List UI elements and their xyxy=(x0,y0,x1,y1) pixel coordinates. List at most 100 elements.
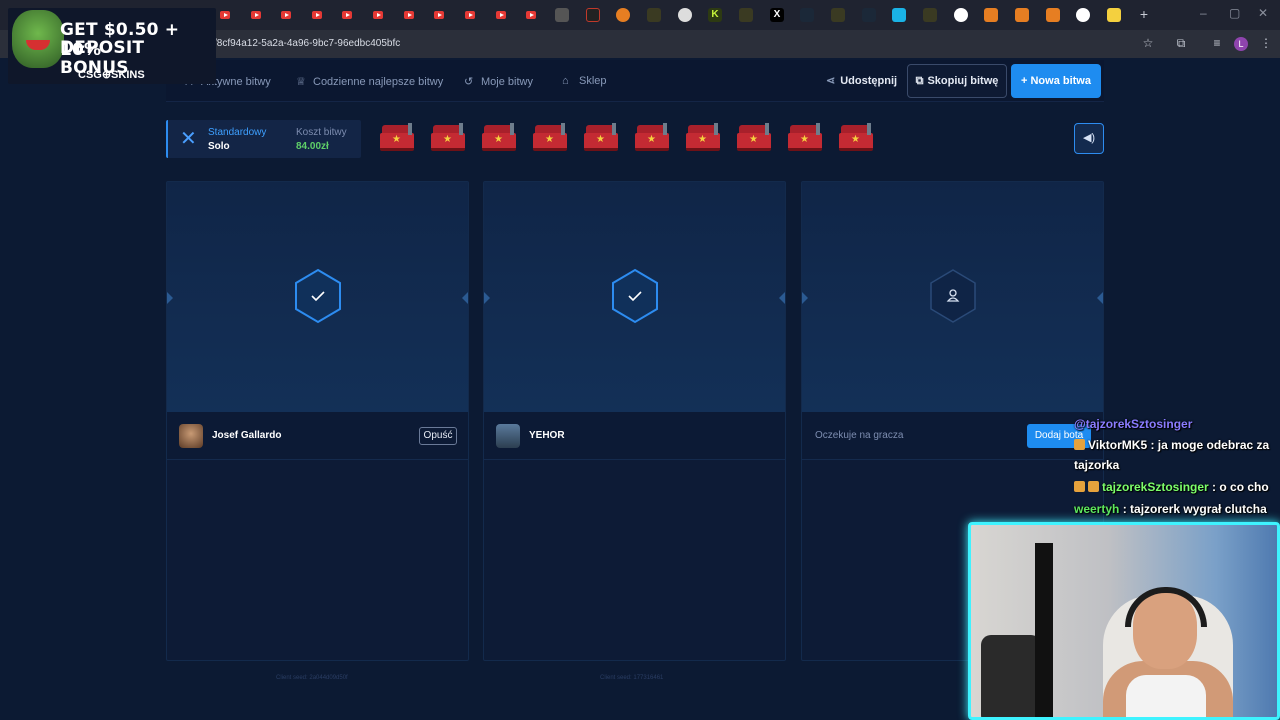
nav-my-battles[interactable]: ↺ Moje bitwy xyxy=(464,75,533,88)
url-text[interactable]: /8cf94a12-5a2a-4a96-9bc7-96edbc405bfc xyxy=(214,38,400,49)
empty-seat-user-icon xyxy=(928,268,978,324)
site-tab-icon[interactable] xyxy=(984,8,998,22)
extensions-icon[interactable]: ⧉ xyxy=(1174,36,1188,50)
case-icon[interactable]: ★ xyxy=(635,123,669,153)
copy-icon: ⧉ xyxy=(915,75,924,87)
chat-text: : o co cho xyxy=(1208,480,1269,494)
site-tab-icon[interactable] xyxy=(647,8,661,22)
steam-tab-icon[interactable] xyxy=(862,8,876,22)
sound-toggle-button[interactable]: ◀) xyxy=(1074,123,1104,154)
youtube-tab-icon[interactable] xyxy=(494,8,508,22)
case-icon[interactable]: ★ xyxy=(380,123,414,153)
crossed-swords-icon: ✕ xyxy=(180,128,197,150)
share-button[interactable]: ⋖ Udostępnij xyxy=(826,74,897,87)
chat-badge-icon xyxy=(1074,481,1085,492)
battle-cost-label: Koszt bitwy xyxy=(296,127,347,138)
bookmark-star-icon[interactable]: ☆ xyxy=(1141,36,1155,50)
case-icon[interactable]: ★ xyxy=(482,123,516,153)
youtube-tab-icon[interactable] xyxy=(218,8,232,22)
promo-banner[interactable]: GET $0.50 + 10% DEPOSIT BONUS CSG⊕SKINS xyxy=(8,8,216,84)
flame-tab-icon[interactable] xyxy=(616,8,630,22)
mascot-image xyxy=(12,10,64,68)
case-icon[interactable]: ★ xyxy=(737,123,771,153)
case-icon[interactable]: ★ xyxy=(788,123,822,153)
kick-tab-icon[interactable]: K xyxy=(708,8,722,22)
case-icon[interactable]: ★ xyxy=(686,123,720,153)
youtube-tab-icon[interactable] xyxy=(279,8,293,22)
webcam-streamer-shirt xyxy=(1126,675,1206,717)
webcam-lamp-pole xyxy=(1035,543,1053,717)
webcam-chair xyxy=(981,635,1041,717)
reel-pointer-right xyxy=(462,292,468,304)
case-icon[interactable]: ★ xyxy=(431,123,465,153)
site-tab-icon[interactable] xyxy=(1046,8,1060,22)
ready-check-icon xyxy=(610,268,660,324)
site-tab-icon[interactable] xyxy=(1015,8,1029,22)
reel-pointer-left xyxy=(167,292,173,304)
chat-user: @tajzorekSztosinger xyxy=(1074,417,1193,431)
chat-user: tajzorekSztosinger xyxy=(1102,480,1209,494)
battle-mode-label: Standardowy xyxy=(208,127,267,138)
case-icon[interactable]: ★ xyxy=(584,123,618,153)
player-name[interactable]: Josef Gallardo xyxy=(212,430,281,441)
reel-pointer-right xyxy=(1097,292,1103,304)
media-icon[interactable]: ≡ xyxy=(1210,36,1224,50)
chat-text: : tajzorerk wygrał clutcha xyxy=(1119,502,1267,516)
chat-text: : ja moge odebrac za xyxy=(1147,438,1270,452)
google-tab-icon[interactable] xyxy=(1076,8,1090,22)
youtube-tab-icon[interactable] xyxy=(402,8,416,22)
chat-user: weertyh xyxy=(1074,502,1120,516)
chat-user: ViktorMK5 xyxy=(1088,438,1148,452)
site-tab-icon[interactable] xyxy=(678,8,692,22)
youtube-tab-icon[interactable] xyxy=(310,8,324,22)
steam-tab-icon[interactable] xyxy=(800,8,814,22)
site-tab-icon[interactable] xyxy=(555,8,569,22)
chat-message: weertyh : tajzorerk wygrał clutcha xyxy=(1074,499,1267,520)
google-tab-icon[interactable] xyxy=(954,8,968,22)
minimize-icon[interactable]: – xyxy=(1200,6,1207,20)
chat-badge-icon xyxy=(1088,481,1099,492)
profile-avatar[interactable]: L xyxy=(1234,37,1248,51)
reel-pointer-right xyxy=(779,292,785,304)
site-tab-icon[interactable] xyxy=(831,8,845,22)
case-icon[interactable]: ★ xyxy=(533,123,567,153)
headset-icon xyxy=(1125,587,1207,627)
battle-info-panel: ✕ Standardowy Solo Koszt bitwy 84.00zł xyxy=(166,120,361,158)
ready-check-icon xyxy=(293,268,343,324)
player-avatar[interactable] xyxy=(496,424,520,448)
slot-reel-area xyxy=(167,182,468,412)
site-tab-icon[interactable] xyxy=(739,8,753,22)
maximize-icon[interactable]: ▢ xyxy=(1229,6,1240,20)
new-battle-button[interactable]: + Nowa bitwa xyxy=(1011,64,1101,98)
site-tab-icon[interactable] xyxy=(586,8,600,22)
new-tab-icon[interactable]: + xyxy=(1137,6,1151,22)
player-avatar[interactable] xyxy=(179,424,203,448)
x-tab-icon[interactable]: X xyxy=(770,8,784,22)
youtube-tab-icon[interactable] xyxy=(432,8,446,22)
chat-message: @tajzorekSztosinger xyxy=(1074,414,1192,435)
case-icon[interactable]: ★ xyxy=(839,123,873,153)
speaker-icon: ◀) xyxy=(1082,132,1096,144)
chat-text: tajzorka xyxy=(1074,458,1120,472)
youtube-tab-icon[interactable] xyxy=(340,8,354,22)
chat-message: ViktorMK5 : ja moge odebrac za xyxy=(1074,435,1269,456)
site-tab-icon[interactable] xyxy=(1107,8,1121,22)
nav-shop[interactable]: ⌂ Sklep xyxy=(562,75,607,87)
youtube-tab-icon[interactable] xyxy=(249,8,263,22)
site-tab-icon[interactable] xyxy=(923,8,937,22)
close-icon[interactable]: ✕ xyxy=(1258,6,1268,20)
leave-battle-button[interactable]: Opuść xyxy=(419,427,457,445)
youtube-tab-icon[interactable] xyxy=(371,8,385,22)
youtube-tab-icon[interactable] xyxy=(524,8,538,22)
site-tab-icon[interactable] xyxy=(892,8,906,22)
youtube-tab-icon[interactable] xyxy=(463,8,477,22)
slot-reel-area xyxy=(484,182,785,412)
brand-logo: CSG⊕SKINS xyxy=(78,69,145,81)
nav-daily-best-battles[interactable]: ♕ Codzienne najlepsze bitwy xyxy=(296,75,443,88)
player-row: Josef Gallardo Opuść xyxy=(167,412,468,460)
basket-icon: ⌂ xyxy=(562,75,569,87)
menu-dots-icon[interactable]: ⋮ xyxy=(1259,36,1273,50)
copy-battle-button[interactable]: ⧉ Skopiuj bitwę xyxy=(907,64,1007,98)
player-name[interactable]: YEHOR xyxy=(529,430,565,441)
waiting-for-player-text: Oczekuje na gracza xyxy=(815,430,904,441)
